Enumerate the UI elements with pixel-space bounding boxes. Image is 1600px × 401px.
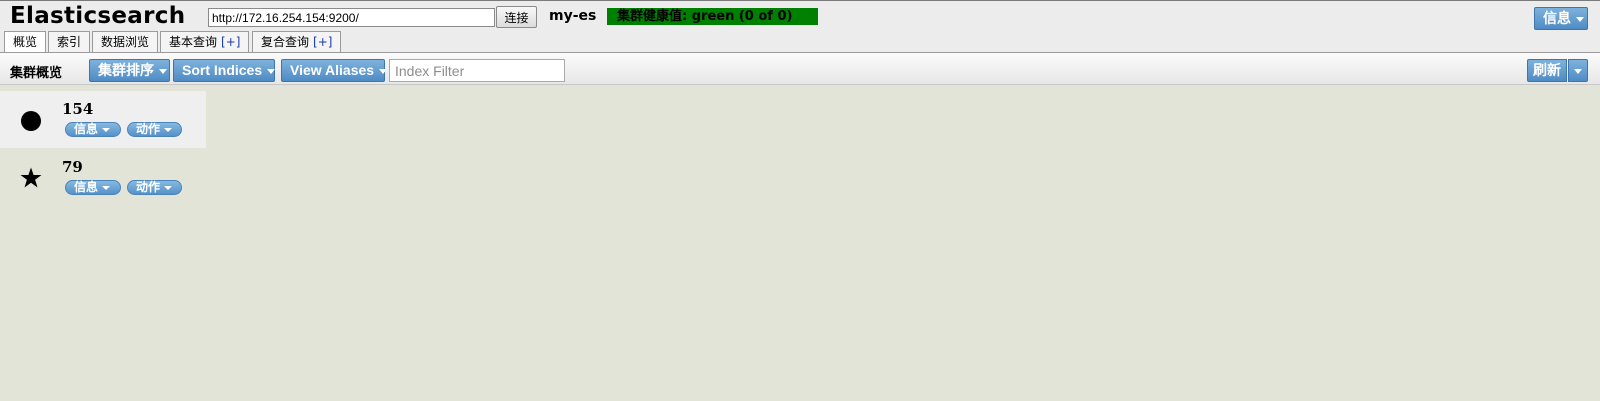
index-filter-input[interactable] (389, 59, 565, 82)
sort-cluster-button[interactable]: 集群排序 (89, 59, 170, 82)
tab-plus-link[interactable]: [+] (313, 35, 332, 49)
tab-label: 数据浏览 (101, 35, 150, 49)
chevron-down-icon (1574, 68, 1582, 74)
tab-indices[interactable]: 索引 (48, 31, 90, 52)
node-info-label: 信息 (74, 180, 99, 194)
cluster-health-badge: 集群健康值: green (0 of 0) (607, 8, 818, 25)
tab-label: 复合查询 (261, 35, 310, 49)
connect-button[interactable]: 连接 (496, 6, 537, 28)
refresh-options-button[interactable] (1568, 59, 1588, 82)
star-icon (20, 167, 42, 188)
cluster-name: my-es (549, 8, 597, 24)
node-action-button[interactable]: 动作 (127, 122, 182, 137)
chevron-down-icon (159, 68, 167, 74)
chevron-down-icon (102, 185, 111, 190)
page-title: 集群概览 (10, 66, 63, 81)
info-menu-button[interactable]: 信息 (1534, 7, 1588, 30)
node-info-label: 信息 (74, 122, 99, 136)
view-aliases-label: View Aliases (290, 62, 375, 78)
node-name: 154 (62, 100, 94, 118)
sort-cluster-label: 集群排序 (98, 62, 154, 78)
node-action-label: 动作 (136, 180, 161, 194)
chevron-down-icon (267, 68, 276, 74)
tab-plus-link[interactable]: [+] (221, 35, 240, 49)
view-aliases-button[interactable]: View Aliases (281, 59, 388, 82)
tab-browser[interactable]: 数据浏览 (92, 31, 158, 52)
node-name: 79 (62, 158, 83, 176)
app-title: Elasticsearch (10, 3, 186, 29)
tab-label: 概览 (13, 35, 38, 49)
info-menu-label: 信息 (1543, 10, 1571, 26)
tab-basic-query[interactable]: 基本查询 [+] (160, 31, 249, 52)
tab-compound-query[interactable]: 复合查询 [+] (252, 31, 341, 52)
node-row: 154 信息 动作 (0, 91, 206, 148)
tab-label: 索引 (57, 35, 82, 49)
tab-overview[interactable]: 概览 (4, 31, 46, 53)
chevron-down-icon (379, 68, 388, 74)
tab-label: 基本查询 (169, 35, 218, 49)
node-info-button[interactable]: 信息 (65, 122, 121, 137)
node-row: 79 信息 动作 (0, 149, 206, 206)
circle-icon (21, 111, 41, 131)
cluster-url-input[interactable] (208, 8, 495, 27)
sort-indices-label: Sort Indices (182, 62, 263, 78)
node-info-button[interactable]: 信息 (65, 180, 121, 195)
refresh-button[interactable]: 刷新 (1527, 59, 1567, 82)
chevron-down-icon (102, 127, 111, 132)
node-action-button[interactable]: 动作 (127, 180, 182, 195)
chevron-down-icon (164, 127, 173, 132)
chevron-down-icon (164, 185, 173, 190)
chevron-down-icon (1576, 16, 1584, 22)
overview-toolbar: 集群概览 集群排序 Sort Indices View Aliases 刷新 (0, 52, 1600, 85)
node-action-label: 动作 (136, 122, 161, 136)
refresh-label: 刷新 (1533, 62, 1561, 78)
sort-indices-button[interactable]: Sort Indices (173, 59, 276, 82)
